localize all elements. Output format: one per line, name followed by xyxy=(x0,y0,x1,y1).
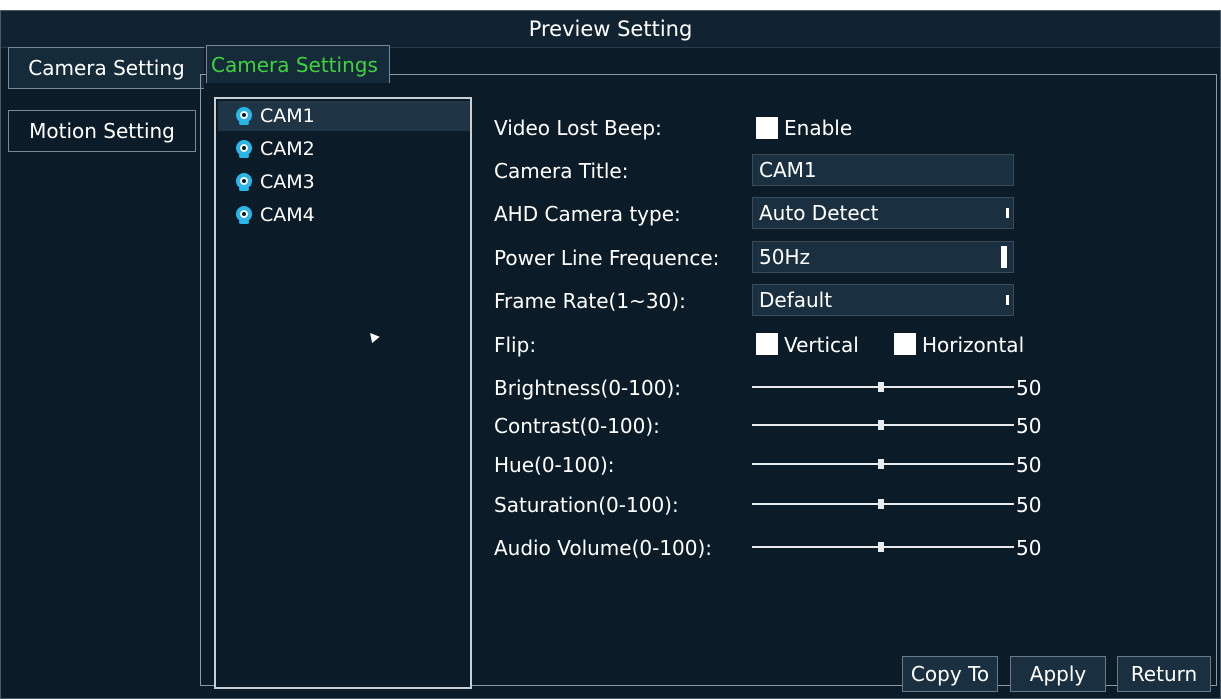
flip-vertical-label: Vertical xyxy=(784,333,859,357)
power-line-frequence-label: Power Line Frequence: xyxy=(494,246,720,270)
tab-motion-setting[interactable]: Motion Setting xyxy=(8,110,196,152)
dropdown-arrow-icon xyxy=(1006,208,1009,218)
camera-list: CAM1 CAM2 CAM3 CAM4 xyxy=(214,97,472,689)
window-title: Preview Setting xyxy=(1,11,1220,48)
video-lost-beep-label: Video Lost Beep: xyxy=(494,116,662,140)
camera-icon xyxy=(236,139,252,158)
camera-icon xyxy=(236,172,252,191)
audio-volume-slider-handle[interactable] xyxy=(878,542,884,552)
return-button[interactable]: Return xyxy=(1117,656,1211,692)
audio-volume-value: 50 xyxy=(1016,536,1042,560)
camera-list-item-cam1[interactable]: CAM1 xyxy=(218,101,470,131)
camera-title-label: Camera Title: xyxy=(494,159,629,183)
brightness-slider-handle[interactable] xyxy=(878,382,884,392)
camera-title-input[interactable]: CAM1 xyxy=(752,154,1014,186)
camera-list-item-cam3[interactable]: CAM3 xyxy=(218,167,470,197)
contrast-label: Contrast(0-100): xyxy=(494,414,660,438)
camera-icon xyxy=(236,205,252,224)
contrast-slider-handle[interactable] xyxy=(878,420,884,430)
copy-to-button[interactable]: Copy To xyxy=(902,656,998,692)
video-lost-beep-option-label: Enable xyxy=(784,116,853,140)
hue-label: Hue(0-100): xyxy=(494,453,615,477)
power-line-frequence-select[interactable]: 50Hz xyxy=(752,241,1014,273)
dropdown-arrow-icon xyxy=(1006,295,1009,305)
tab-camera-setting[interactable]: Camera Setting xyxy=(8,47,204,89)
frame-rate-select[interactable]: Default xyxy=(752,284,1014,316)
video-lost-beep-checkbox[interactable] xyxy=(756,117,778,139)
brightness-value: 50 xyxy=(1016,376,1042,400)
saturation-label: Saturation(0-100): xyxy=(494,493,679,517)
flip-label: Flip: xyxy=(494,333,537,357)
ahd-camera-type-value: Auto Detect xyxy=(759,201,879,225)
scroll-handle-icon xyxy=(1001,246,1007,268)
audio-volume-label: Audio Volume(0-100): xyxy=(494,536,713,560)
flip-vertical-checkbox[interactable] xyxy=(756,333,778,355)
camera-list-item-cam2[interactable]: CAM2 xyxy=(218,134,470,164)
camera-icon xyxy=(236,106,252,125)
ahd-camera-type-label: AHD Camera type: xyxy=(494,202,681,226)
flip-horizontal-label: Horizontal xyxy=(922,333,1025,357)
camera-name: CAM4 xyxy=(260,204,315,226)
camera-name: CAM1 xyxy=(260,105,315,127)
tab-camera-settings[interactable]: Camera Settings xyxy=(206,45,390,83)
flip-horizontal-checkbox[interactable] xyxy=(894,333,916,355)
camera-name: CAM3 xyxy=(260,171,315,193)
frame-rate-value: Default xyxy=(759,288,833,312)
brightness-label: Brightness(0-100): xyxy=(494,376,681,400)
saturation-slider-handle[interactable] xyxy=(878,499,884,509)
ahd-camera-type-select[interactable]: Auto Detect xyxy=(752,197,1014,229)
hue-slider-handle[interactable] xyxy=(878,459,884,469)
hue-value: 50 xyxy=(1016,453,1042,477)
contrast-value: 50 xyxy=(1016,414,1042,438)
power-line-frequence-value: 50Hz xyxy=(759,245,810,269)
frame-rate-label: Frame Rate(1~30): xyxy=(494,289,686,313)
saturation-value: 50 xyxy=(1016,493,1042,517)
camera-list-item-cam4[interactable]: CAM4 xyxy=(218,200,470,230)
apply-button[interactable]: Apply xyxy=(1010,656,1106,692)
camera-name: CAM2 xyxy=(260,138,315,160)
